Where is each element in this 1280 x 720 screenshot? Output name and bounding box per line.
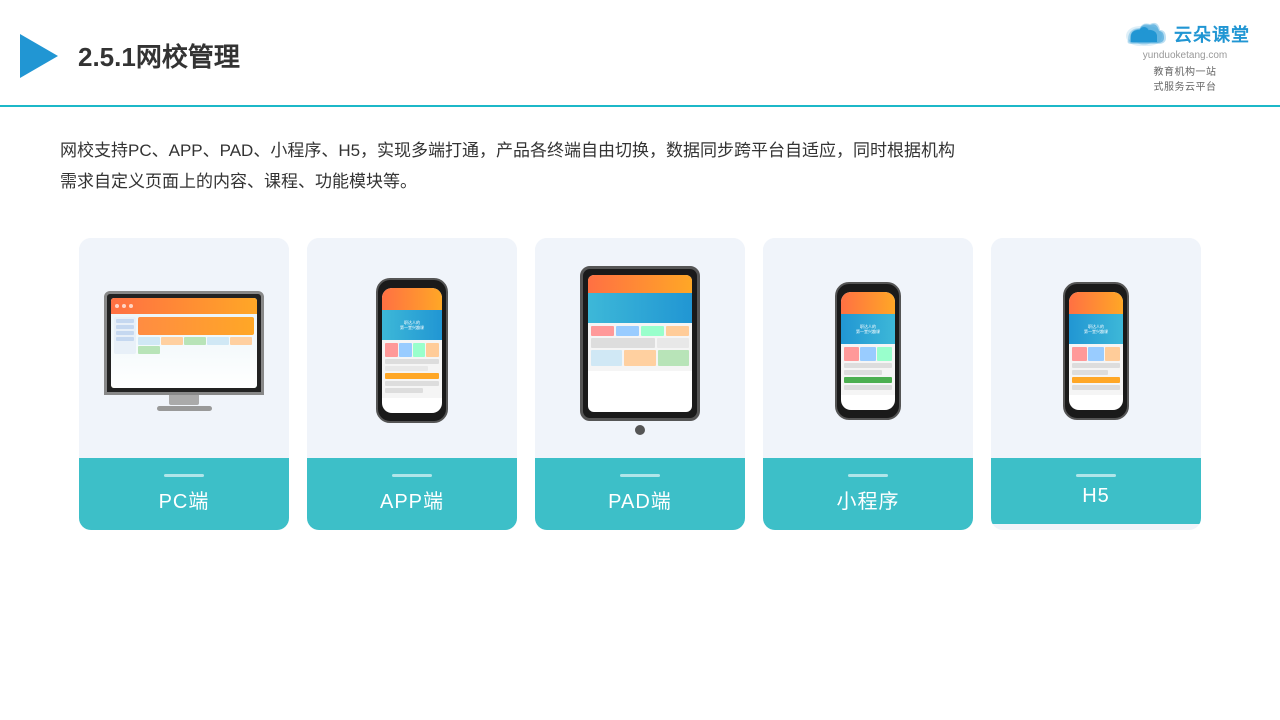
logo-url: yunduoketang.com <box>1143 50 1228 61</box>
dot3 <box>129 304 133 308</box>
divider <box>392 474 432 477</box>
miniprogram-preview: 职达人的第一堂兴趣课 <box>763 238 973 458</box>
pc-content <box>138 337 254 354</box>
card-label-app: APP端 <box>307 458 517 530</box>
logo-area: 云朵课堂 yunduoketang.com 教育机构一站 式服务云平台 <box>1120 18 1250 93</box>
logo-cloud: 云朵课堂 <box>1120 18 1250 50</box>
description-block: 网校支持PC、APP、PAD、小程序、H5，实现多端打通，产品各终端自由切换，数… <box>0 107 1100 208</box>
phone-screen-mini: 职达人的第一堂兴趣课 <box>841 292 895 410</box>
phone-notch-app <box>401 283 423 288</box>
pc-screen-content <box>111 298 257 388</box>
card-label-pad: PAD端 <box>535 458 745 530</box>
pc-sidebar <box>114 317 136 354</box>
cloud-icon <box>1120 18 1168 50</box>
card-label-miniprogram: 小程序 <box>763 458 973 530</box>
phone-outer-app: 职达人的第一堂兴趣课 <box>376 278 448 423</box>
phone-top-app <box>382 288 442 310</box>
card-app: 职达人的第一堂兴趣课 <box>307 238 517 530</box>
tablet-banner <box>588 293 692 323</box>
description-line2: 需求自定义页面上的内容、课程、功能模块等。 <box>60 166 1040 197</box>
app-preview: 职达人的第一堂兴趣课 <box>307 238 517 458</box>
pc-body <box>111 314 257 357</box>
phone-content-h5 <box>1069 344 1123 395</box>
pc-screen-outer <box>104 291 264 395</box>
phone-content-mini <box>841 344 895 395</box>
tablet-home <box>635 425 645 435</box>
divider <box>1076 474 1116 477</box>
pc-screen-inner <box>111 298 257 388</box>
phone-notch-h5 <box>1085 287 1107 292</box>
tablet-mockup <box>580 266 700 435</box>
dot2 <box>122 304 126 308</box>
phone-banner-text-h5: 职达人的第一堂兴趣课 <box>1084 324 1108 334</box>
phone-top-mini <box>841 292 895 314</box>
phone-outer-mini: 职达人的第一堂兴趣课 <box>835 282 901 420</box>
phone-banner-text-mini: 职达人的第一堂兴趣课 <box>856 324 880 334</box>
phone-mockup-mini: 职达人的第一堂兴趣课 <box>835 282 901 420</box>
pc-mockup <box>104 291 264 411</box>
header-left: 2.5.1网校管理 <box>20 34 240 78</box>
tablet-topbar <box>588 275 692 293</box>
card-pc: PC端 <box>79 238 289 530</box>
divider <box>620 474 660 477</box>
phone-top-h5 <box>1069 292 1123 314</box>
tablet-screen <box>588 275 692 412</box>
card-label-pc: PC端 <box>79 458 289 530</box>
divider <box>848 474 888 477</box>
phone-outer-h5: 职达人的第一堂兴趣课 <box>1063 282 1129 420</box>
phone-screen-h5: 职达人的第一堂兴趣课 <box>1069 292 1123 410</box>
pc-top-bar <box>111 298 257 314</box>
dot1 <box>115 304 119 308</box>
phone-mockup-app: 职达人的第一堂兴趣课 <box>376 278 448 423</box>
divider <box>164 474 204 477</box>
pc-base <box>157 406 212 411</box>
pc-stand <box>169 395 199 405</box>
h5-preview: 职达人的第一堂兴趣课 <box>991 238 1201 458</box>
card-pad: PAD端 <box>535 238 745 530</box>
page-header: 2.5.1网校管理 云朵课堂 yunduoketang.com 教育机构一站 式… <box>0 0 1280 107</box>
pc-banner <box>138 317 254 335</box>
phone-mockup-h5: 职达人的第一堂兴趣课 <box>1063 282 1129 420</box>
logo-subtitle: 教育机构一站 式服务云平台 <box>1154 63 1217 93</box>
phone-screen-app: 职达人的第一堂兴趣课 <box>382 288 442 413</box>
phone-banner-mini: 职达人的第一堂兴趣课 <box>841 314 895 344</box>
tablet-content <box>588 323 692 371</box>
play-icon <box>20 34 58 78</box>
cards-container: PC端 职达人的第一堂兴趣课 <box>0 208 1280 550</box>
logo-text: 云朵课堂 <box>1174 21 1250 47</box>
description-line1: 网校支持PC、APP、PAD、小程序、H5，实现多端打通，产品各终端自由切换，数… <box>60 135 1040 166</box>
tablet-outer <box>580 266 700 421</box>
pc-preview <box>79 238 289 458</box>
phone-banner-h5: 职达人的第一堂兴趣课 <box>1069 314 1123 344</box>
pc-main <box>138 317 254 354</box>
phone-banner-app: 职达人的第一堂兴趣课 <box>382 310 442 340</box>
phone-notch-mini <box>857 287 879 292</box>
card-label-h5: H5 <box>991 458 1201 524</box>
card-h5: 职达人的第一堂兴趣课 <box>991 238 1201 530</box>
page-title: 2.5.1网校管理 <box>78 37 240 74</box>
phone-content-app <box>382 340 442 398</box>
card-miniprogram: 职达人的第一堂兴趣课 <box>763 238 973 530</box>
phone-banner-text-app: 职达人的第一堂兴趣课 <box>400 320 424 330</box>
pad-preview <box>535 238 745 458</box>
